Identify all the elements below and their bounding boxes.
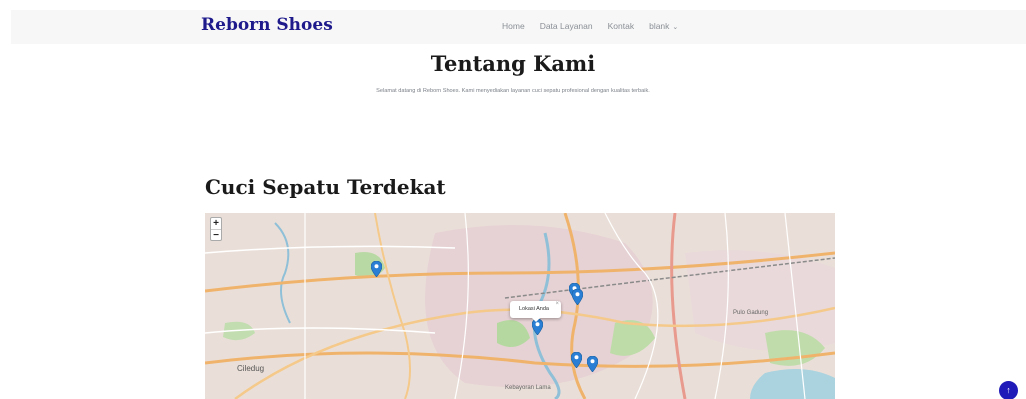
nav-dropdown-label: blank	[649, 21, 670, 31]
nav-dropdown-blank[interactable]: blank ⌄	[649, 21, 678, 31]
about-text: Selamat datang di Reborn Shoes. Kami men…	[376, 88, 650, 94]
map-pin-icon[interactable]	[587, 356, 598, 372]
map-pin-icon[interactable]	[371, 261, 382, 277]
nav-links: Home Data Layanan Kontak blank ⌄	[502, 21, 678, 31]
nav-link-kontak[interactable]: Kontak	[608, 21, 634, 31]
map-popup: Lokasi Anda ×	[510, 301, 561, 322]
map-pin-icon[interactable]	[572, 289, 583, 305]
nav-link-data-layanan[interactable]: Data Layanan	[540, 21, 593, 31]
map-label-city-left: Ciledug	[237, 364, 264, 373]
map-pin-icon[interactable]	[571, 352, 582, 368]
popup-close-icon[interactable]: ×	[555, 301, 559, 307]
nav-link-home[interactable]: Home	[502, 21, 525, 31]
brand-logo[interactable]: Reborn Shoes	[201, 15, 333, 35]
zoom-out-button[interactable]: −	[211, 229, 221, 241]
arrow-up-icon: ↑	[1006, 385, 1011, 395]
map-label-city-bottom: Kebayoran Lama	[505, 385, 551, 391]
back-to-top-button[interactable]: ↑	[999, 381, 1018, 399]
map-zoom-control: + −	[210, 217, 222, 241]
chevron-down-icon: ⌄	[672, 24, 679, 31]
nearby-title: Cuci Sepatu Terdekat	[205, 175, 446, 199]
map[interactable]: Ciledug Kebayoran Lama Pulo Gadung + − L…	[205, 213, 835, 399]
popup-text: Lokasi Anda	[519, 306, 549, 312]
map-label-district-right: Pulo Gadung	[733, 310, 768, 316]
navbar: Reborn Shoes Home Data Layanan Kontak bl…	[11, 10, 1026, 44]
about-title: Tentang Kami	[430, 51, 596, 76]
zoom-in-button[interactable]: +	[211, 218, 221, 229]
